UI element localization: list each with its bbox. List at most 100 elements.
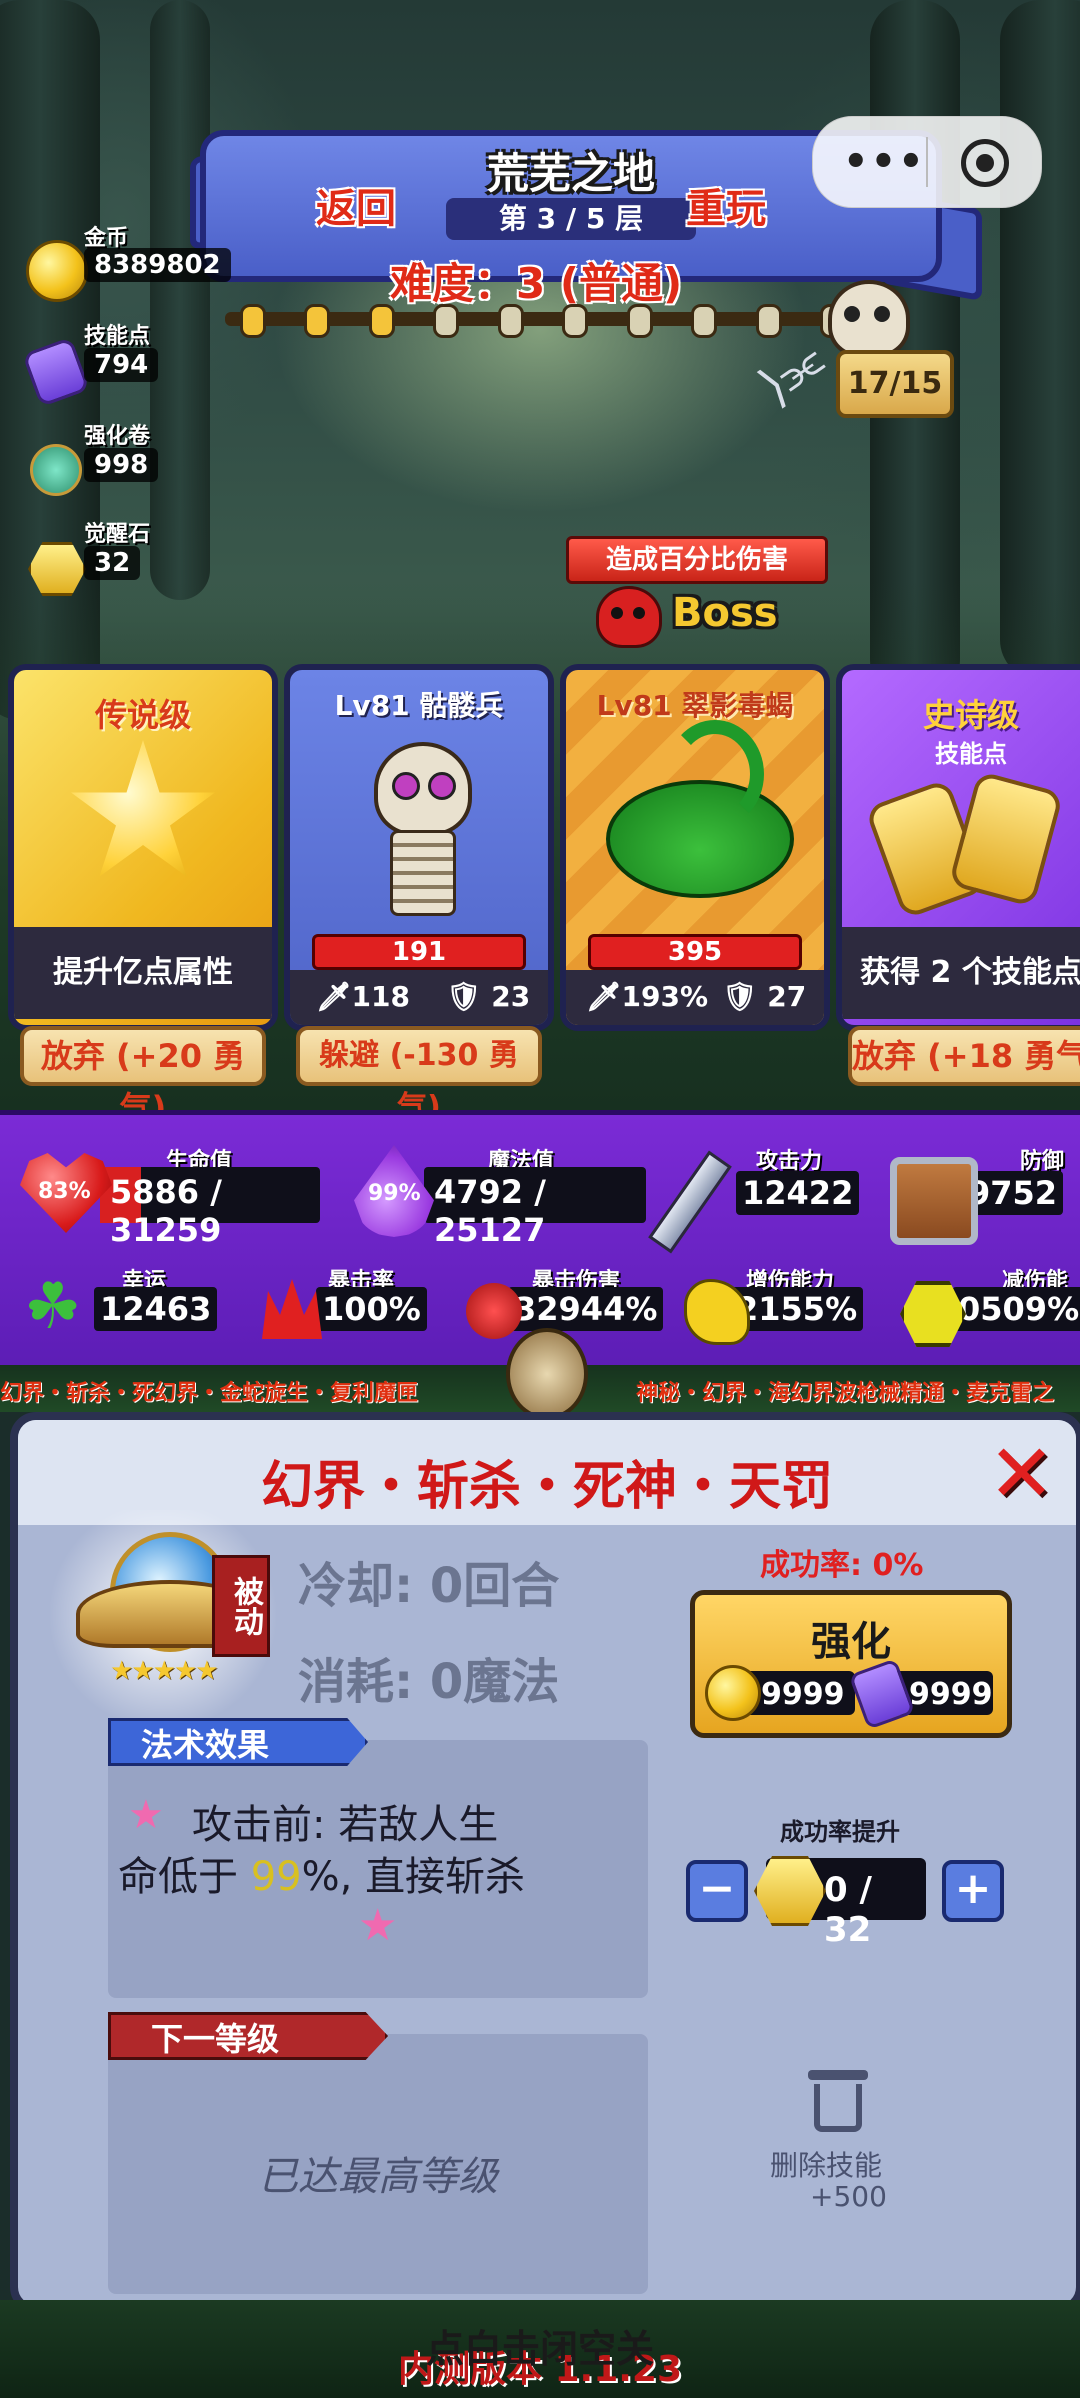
resource-label: 强化卷 [84,424,151,449]
pink-star-icon: ★ [358,1900,398,1951]
floor-progress-node [562,304,589,338]
card-footer: 提升亿点属性 [14,927,272,1019]
kill-counter: 17/15 [836,350,954,418]
resource-label: 觉醒石 [84,522,151,547]
skill-ticker-right: 神秘・幻界・海幻界波枪械精通・麦克雷之 [636,1381,1055,1406]
card-enemy-scorpion[interactable]: Lv81 翠影毒蝎 395 🗡193% 🛡 27 [560,664,830,1031]
crit-damage-value: 32944% [508,1287,664,1331]
floor-progress-node [368,304,395,338]
floor-progress-node [691,304,718,338]
effect-title: 法术效果 [108,1718,368,1766]
upgrade-label: 强化 [811,1619,891,1665]
enemy-hp-bar: 395 [588,934,802,970]
effect-line-1: 攻击前: 若敌人生 [192,1802,499,1848]
skill-point-icon [848,1658,916,1730]
success-rate: 成功率: 0% [760,1548,924,1583]
clover-icon: ☘ [24,1270,82,1344]
card-title: Lv81 翠影毒蝎 [596,689,794,722]
decrease-button[interactable]: − [686,1860,748,1922]
close-icon[interactable]: ✕ [988,1434,1055,1514]
floor-progress-node [304,304,331,338]
resource-value: 794 [84,348,159,382]
shield-icon: 🛡 [722,980,758,1013]
next-level-panel: 已达最高等级 [108,2034,648,2294]
replay-button[interactable]: 重玩 [686,176,766,234]
boss-effect-tag: 造成百分比伤害 [566,536,828,584]
crit-rate-value: 100% [316,1287,427,1331]
mp-percent: 99% [368,1181,421,1206]
attack-value: 12422 [736,1171,860,1215]
floor-progress-node [755,304,782,338]
tree-trunk [1000,0,1080,680]
hp-bar: 5886 / 31259 [100,1167,320,1249]
card-footer: 获得 2 个技能点 [842,927,1080,1019]
skull-ornament-icon [506,1328,588,1420]
floor-progress-node [240,304,266,338]
capsule-divider [926,137,928,187]
more-icon[interactable]: ••• [843,139,926,185]
card-legendary[interactable]: 传说级 提升亿点属性 [8,664,278,1031]
enemy-defense: 🛡 23 [446,980,531,1013]
resource-label: 技能点 [84,324,151,349]
hp-value: 5886 / 31259 [110,1173,222,1249]
star-icon [71,740,215,877]
difficulty-label: 难度：3 (普通) [390,259,683,308]
cost-scroll-value: 9999 [909,1677,993,1712]
back-button[interactable]: 返回 [316,176,396,234]
tree-trunk [150,0,210,600]
card-enemy-skeleton[interactable]: Lv81 骷髅兵 191 🗡118 🛡 23 [284,664,554,1031]
boss-skull-icon [828,280,910,358]
card-epic[interactable]: 史诗级 技能点 获得 2 个技能点 [836,664,1080,1031]
effect-line-2: 命低于 99%, 直接斩杀 [118,1854,526,1900]
abandon-button[interactable]: 放弃 (+20 勇气) [20,1026,266,1127]
floor-progress-node [626,304,653,338]
hp-percent: 83% [38,1179,91,1204]
next-level-title: 下一等级 [108,2012,388,2060]
skill-ticker-left: 幻界・斩杀・死幻界・金蛇旋生・复利魔匣 [0,1381,419,1406]
close-miniprogram-icon[interactable] [961,139,1009,187]
scorpion-tail [666,720,764,828]
enemy-attack: 🗡193% [586,980,709,1013]
boss-devil-icon [596,586,662,648]
close-hint[interactable]: 点白击闭空关 [0,2318,1080,2373]
delete-skill-button[interactable] [798,2070,878,2134]
passive-tag: 被动 [212,1555,270,1657]
card-title: 传说级 [94,696,191,734]
damage-reduction-value: 0509% [952,1287,1080,1331]
sword-icon: 🗡 [586,980,622,1013]
card-title: 史诗级 [922,696,1019,734]
skeleton-body [390,830,456,916]
dodge-button[interactable]: 躲避 (-130 勇气) [296,1026,542,1125]
resource-value: 998 [84,448,159,482]
boss-label: Boss [672,590,778,636]
upgrade-button[interactable]: 强化 9999 9999 [690,1590,1012,1738]
shield-icon [890,1157,978,1245]
delete-skill-label[interactable]: 删除技能 [770,2144,882,2184]
enemy-defense: 🛡 27 [722,980,807,1013]
cost-label: 消耗: 0魔法 [298,1654,560,1710]
skill-point-icon [948,770,1064,908]
card-title: Lv81 骷髅兵 [334,689,504,722]
rate-boost-label: 成功率提升 [780,1818,900,1846]
abandon-button[interactable]: 放弃 (+18 勇气) [848,1026,1080,1086]
card-subtitle: 技能点 [935,740,1007,768]
gold-coin-icon [26,240,88,302]
crit-damage-icon [466,1283,522,1339]
mp-bar: 4792 / 25127 [424,1167,646,1249]
trash-icon-body [814,2084,862,2132]
sword-icon: 🗡 [316,980,352,1013]
max-level-text: 已达最高等级 [258,2154,498,2200]
enemy-attack: 🗡118 [316,980,410,1013]
shield-icon: 🛡 [446,980,482,1013]
delete-skill-bonus: +500 [810,2180,887,2213]
increase-button[interactable]: + [942,1860,1004,1922]
cost-gold-value: 9999 [761,1677,845,1712]
resource-value: 32 [84,546,141,580]
mp-value: 4792 / 25127 [434,1173,546,1249]
floor-progress-nodes [240,304,846,338]
floor-indicator: 第 3 / 5 层 [446,198,696,240]
crit-rate-icon [262,1279,322,1339]
skill-stars: ★★★★★ [110,1656,219,1686]
skill-detail-dialog: 幻界・斩杀・死神・天罚 ✕ 被动 ★★★★★ 冷却: 0回合 消耗: 0魔法 ★… [10,1412,1080,2313]
gold-coin-icon [705,1665,761,1721]
